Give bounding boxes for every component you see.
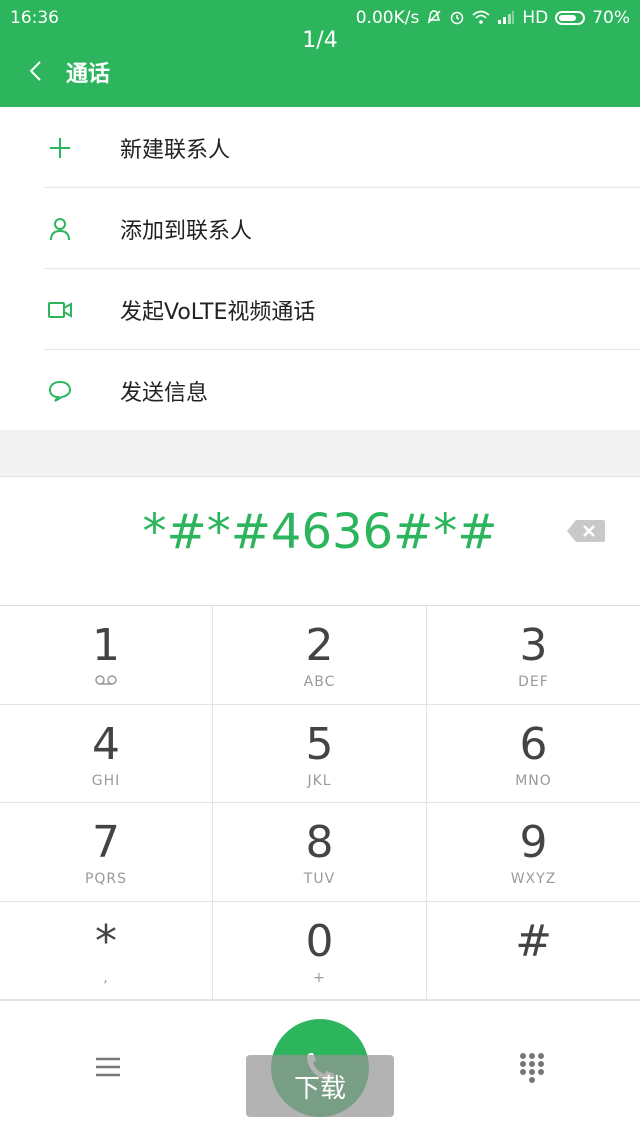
key-letters: PQRS: [84, 871, 128, 887]
key-5[interactable]: 5 JKL: [213, 704, 427, 803]
key-0[interactable]: 0 +: [213, 901, 427, 1000]
menu-item-video-call[interactable]: 发起VoLTE视频通话: [0, 269, 640, 350]
section-divider: [0, 430, 640, 477]
key-4[interactable]: 4 GHI: [0, 704, 213, 803]
key-digit: 8: [305, 817, 334, 868]
key-9[interactable]: 9 WXYZ: [427, 803, 640, 902]
app-header: 16:36 0.00K/s HD 70% 1/4 通话: [0, 0, 640, 107]
key-digit: 6: [519, 718, 548, 770]
key-3[interactable]: 3 DEF: [427, 606, 640, 705]
status-indicators: 0.00K/s HD 70%: [356, 8, 630, 28]
hamburger-icon: [96, 1057, 120, 1077]
key-hash[interactable]: #: [427, 902, 640, 1000]
menu-item-label: 发起VoLTE视频通话: [120, 299, 316, 325]
key-2[interactable]: 2 ABC: [213, 606, 427, 705]
key-digit: 4: [92, 718, 120, 770]
key-1[interactable]: 1: [0, 606, 213, 705]
key-digit: 1: [92, 620, 120, 671]
message-icon: [46, 377, 74, 405]
key-digit: *: [95, 915, 117, 967]
dial-display: *#*#4636#*#: [0, 478, 640, 606]
key-letters: TUV: [303, 871, 336, 887]
key-8[interactable]: 8 TUV: [213, 803, 427, 902]
mute-icon: [426, 9, 442, 28]
key-letters: +: [313, 969, 326, 986]
key-star[interactable]: * ,: [0, 901, 213, 1000]
network-type: HD: [522, 8, 549, 28]
dialed-number: *#*#4636#*#: [142, 504, 498, 560]
dialpad-icon: [520, 1053, 544, 1083]
video-icon: [46, 296, 74, 324]
battery-level: 70%: [592, 8, 630, 28]
key-letters: MNO: [515, 772, 552, 789]
key-digit: #: [515, 915, 552, 967]
person-icon: [46, 215, 74, 243]
key-digit: 2: [305, 620, 334, 671]
bottom-bar: 下载: [0, 1000, 640, 1138]
key-7[interactable]: 7 PQRS: [0, 803, 213, 902]
key-digit: 7: [92, 817, 120, 868]
action-menu: 新建联系人 添加到联系人 发起VoLTE视频通话 发送信息: [0, 107, 640, 431]
key-digit: 3: [519, 620, 548, 671]
key-digit: 9: [519, 817, 548, 868]
backspace-icon: [567, 520, 605, 542]
signal-icon: [497, 10, 515, 27]
key-letters: ABC: [303, 674, 336, 690]
menu-item-label: 新建联系人: [120, 137, 231, 163]
key-digit: 5: [305, 718, 334, 770]
delete-button[interactable]: [566, 518, 610, 546]
status-time: 16:36: [10, 8, 59, 28]
key-letters: DEF: [518, 674, 549, 690]
key-letters: WXYZ: [510, 871, 557, 887]
menu-item-new-contact[interactable]: 新建联系人: [0, 107, 640, 188]
key-6[interactable]: 6 MNO: [427, 705, 640, 803]
wifi-icon: [472, 9, 490, 28]
alarm-icon: [449, 9, 465, 28]
page-title: 通话: [66, 62, 111, 87]
battery-icon: [555, 11, 586, 25]
voicemail-icon: [95, 675, 117, 685]
keypad-toggle-button[interactable]: [518, 1051, 548, 1085]
menu-button[interactable]: [94, 1053, 124, 1083]
menu-item-send-message[interactable]: 发送信息: [0, 350, 640, 431]
key-letters: GHI: [91, 772, 121, 789]
key-digit: 0: [305, 915, 334, 967]
menu-item-add-to-contact[interactable]: 添加到联系人: [0, 188, 640, 269]
download-button[interactable]: 下载: [246, 1055, 394, 1117]
page-indicator: 1/4: [302, 28, 338, 53]
plus-icon: [46, 134, 74, 162]
back-arrow-icon: [29, 61, 41, 81]
network-speed: 0.00K/s: [355, 8, 420, 28]
key-letters: JKL: [307, 772, 332, 789]
back-button[interactable]: [20, 54, 50, 88]
dial-keypad: 1 2 ABC 3 DEF 4 GHI 5 JKL 6 MNO 7 PQRS 8…: [0, 606, 640, 1000]
menu-item-label: 添加到联系人: [120, 218, 253, 244]
menu-item-label: 发送信息: [120, 380, 209, 406]
key-letters: ,: [103, 969, 109, 986]
